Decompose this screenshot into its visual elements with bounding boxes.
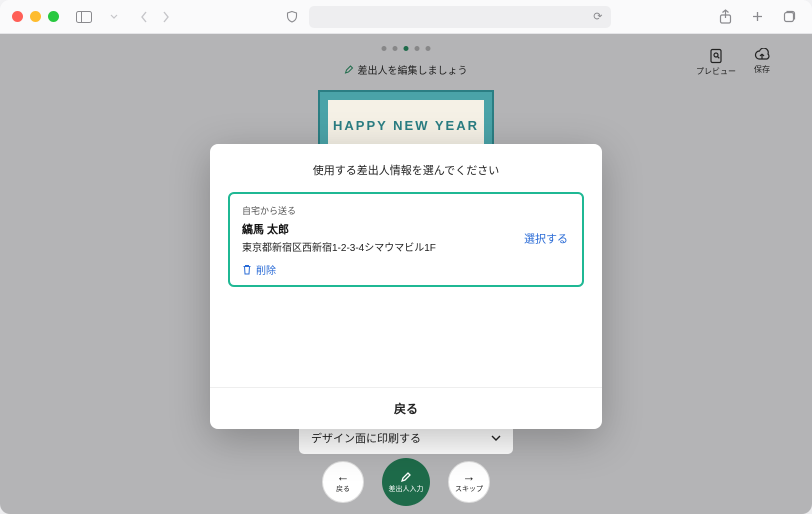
trash-icon	[242, 264, 252, 275]
forward-button[interactable]	[155, 6, 177, 28]
sender-tag: 自宅から送る	[242, 204, 570, 217]
back-button[interactable]	[133, 6, 155, 28]
modal-spacer	[210, 297, 602, 387]
modal-overlay: 使用する差出人情報を選んでください 自宅から送る 縞馬 太郎 東京都新宿区西新宿…	[0, 34, 812, 514]
traffic-lights	[12, 11, 59, 22]
privacy-shield-icon[interactable]	[281, 6, 303, 28]
minimize-window-button[interactable]	[30, 11, 41, 22]
sender-card[interactable]: 自宅から送る 縞馬 太郎 東京都新宿区西新宿1-2-3-4シマウマビル1F 選択…	[228, 192, 584, 287]
page-content: 差出人を編集しましょう プレビュー 保存 HAPPY NEW YEAR デザイン…	[0, 34, 812, 514]
sender-name: 縞馬 太郎	[242, 221, 570, 237]
titlebar: ⟳	[0, 0, 812, 34]
close-window-button[interactable]	[12, 11, 23, 22]
sidebar-toggle-button[interactable]	[73, 6, 95, 28]
modal-title: 使用する差出人情報を選んでください	[210, 144, 602, 192]
sender-address: 東京都新宿区西新宿1-2-3-4シマウマビル1F	[242, 239, 570, 254]
select-sender-link[interactable]: 選択する	[524, 230, 568, 246]
fullscreen-window-button[interactable]	[48, 11, 59, 22]
share-button[interactable]	[714, 6, 736, 28]
new-tab-button[interactable]	[746, 6, 768, 28]
address-bar-group: ⟳	[281, 6, 611, 28]
address-bar[interactable]: ⟳	[309, 6, 611, 28]
sender-select-modal: 使用する差出人情報を選んでください 自宅から送る 縞馬 太郎 東京都新宿区西新宿…	[210, 144, 602, 429]
dropdown-chevron-icon	[103, 6, 125, 28]
delete-label: 削除	[256, 262, 276, 277]
modal-back-button[interactable]: 戻る	[210, 387, 602, 429]
delete-sender-link[interactable]: 削除	[242, 262, 570, 277]
reload-icon[interactable]: ⟳	[593, 10, 602, 23]
tabs-overview-button[interactable]	[778, 6, 800, 28]
browser-window: ⟳ 差出人を編集しましょう	[0, 0, 812, 514]
